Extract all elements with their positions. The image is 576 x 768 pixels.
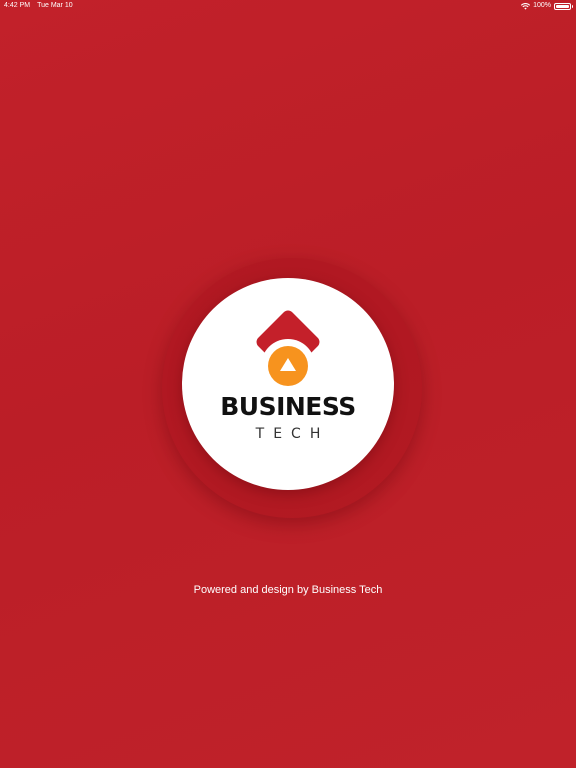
brand-subtitle: TECH (255, 426, 330, 442)
status-right: 100% (521, 0, 573, 12)
battery-fill (556, 4, 569, 8)
status-bar: 4:42 PM Tue Mar 10 100% (0, 0, 576, 12)
status-date: Tue Mar 10 (37, 2, 73, 9)
status-left: 4:42 PM Tue Mar 10 (4, 0, 73, 12)
footer-credit: Powered and design by Business Tech (193, 584, 383, 596)
wifi-icon (521, 2, 531, 10)
orange-up-triangle-icon (268, 346, 308, 386)
logo-mark (246, 308, 330, 392)
brand-title: BUSINESS (220, 392, 356, 421)
status-time: 4:42 PM (4, 2, 31, 9)
battery-percent: 100% (533, 2, 551, 9)
battery-icon (554, 2, 573, 10)
